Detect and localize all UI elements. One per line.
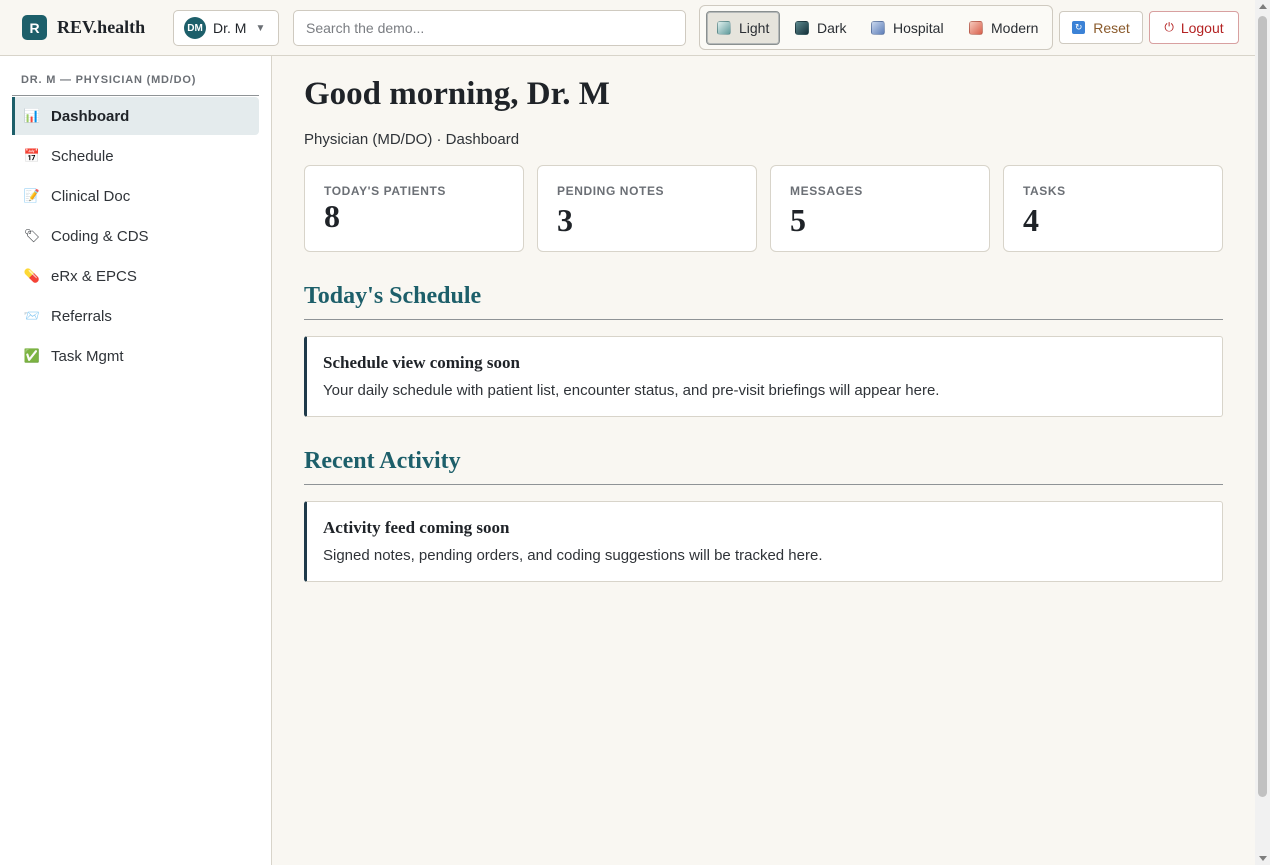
swatch-hospital-icon xyxy=(871,21,885,35)
theme-switcher: Light Dark Hospital Modern xyxy=(699,5,1053,50)
sidebar-item-dashboard[interactable]: 📊 Dashboard xyxy=(12,97,259,135)
bar-chart-icon: 📊 xyxy=(23,108,41,123)
schedule-heading: Today's Schedule xyxy=(304,283,482,309)
stat-value: 8 xyxy=(324,198,340,234)
calendar-icon: 📅 xyxy=(23,148,41,163)
card-title: Schedule view coming soon xyxy=(323,353,520,372)
page-subtitle: Physician (MD/DO) · Dashboard xyxy=(304,131,520,148)
theme-light-button[interactable]: Light xyxy=(706,11,781,45)
sidebar-item-label: Clinical Doc xyxy=(51,187,131,205)
chevron-down-icon: ▼ xyxy=(255,22,266,34)
logout-label: Logout xyxy=(1180,19,1224,36)
scrollbar-thumb[interactable] xyxy=(1258,16,1267,797)
activity-placeholder-card: Activity feed coming soon Signed notes, … xyxy=(304,501,1223,582)
sidebar-item-referrals[interactable]: 📨 Referrals xyxy=(12,297,259,335)
card-title: Activity feed coming soon xyxy=(323,518,510,537)
memo-icon: 📝 xyxy=(23,188,41,203)
card-text: Signed notes, pending orders, and coding… xyxy=(323,547,823,564)
stat-label: PENDING NOTES xyxy=(557,184,665,198)
stat-value: 5 xyxy=(790,202,806,238)
stat-card-pending-notes[interactable]: PENDING NOTES 3 xyxy=(537,165,757,252)
stat-label: MESSAGES xyxy=(790,184,863,198)
sidebar-item-task-mgmt[interactable]: ✅ Task Mgmt xyxy=(12,337,259,375)
sidebar-item-schedule[interactable]: 📅 Schedule xyxy=(12,137,259,175)
reset-button[interactable]: ↻ Reset xyxy=(1059,11,1143,44)
section-divider xyxy=(304,319,1223,320)
swatch-dark-icon xyxy=(795,21,809,35)
sidebar-item-label: Coding & CDS xyxy=(51,227,149,245)
vertical-scrollbar[interactable] xyxy=(1255,0,1270,865)
swatch-modern-icon xyxy=(969,21,983,35)
schedule-placeholder-card: Schedule view coming soon Your daily sch… xyxy=(304,336,1223,417)
theme-hospital-button[interactable]: Hospital xyxy=(861,11,954,45)
theme-label: Dark xyxy=(817,20,847,36)
sidebar-role-heading: DR. M — PHYSICIAN (MD/DO) xyxy=(21,74,197,86)
brand[interactable]: R REV.health xyxy=(22,15,145,40)
sidebar-item-label: eRx & EPCS xyxy=(51,267,137,285)
swatch-light-icon xyxy=(717,21,731,35)
theme-label: Light xyxy=(739,20,770,36)
activity-heading: Recent Activity xyxy=(304,448,461,474)
logout-button[interactable]: ⏻ Logout xyxy=(1149,11,1239,44)
stat-value: 3 xyxy=(557,202,573,238)
sidebar-item-clinical-doc[interactable]: 📝 Clinical Doc xyxy=(12,177,259,215)
sidebar-item-label: Referrals xyxy=(51,307,112,325)
pill-icon: 💊 xyxy=(23,268,41,283)
brand-name: REV.health xyxy=(57,17,146,37)
user-switcher[interactable]: DM Dr. M ▼ xyxy=(173,10,279,46)
stat-label: TODAY'S PATIENTS xyxy=(324,184,447,198)
scroll-down-arrow-icon[interactable] xyxy=(1259,856,1267,861)
search-input[interactable] xyxy=(293,10,686,46)
stat-card-messages[interactable]: MESSAGES 5 xyxy=(770,165,990,252)
section-divider xyxy=(304,484,1223,485)
theme-modern-button[interactable]: Modern xyxy=(959,11,1048,45)
user-name: Dr. M xyxy=(213,20,247,36)
sidebar-item-coding-cds[interactable]: 🏷 Coding & CDS xyxy=(12,217,259,255)
stat-card-tasks[interactable]: TASKS 4 xyxy=(1003,165,1223,252)
refresh-icon: ↻ xyxy=(1072,21,1086,34)
envelope-icon: 📨 xyxy=(23,308,41,323)
stat-label: TASKS xyxy=(1023,184,1066,198)
theme-label: Modern xyxy=(991,20,1039,36)
tag-icon: 🏷 xyxy=(23,228,41,243)
sidebar-divider xyxy=(12,95,259,96)
sidebar-item-label: Schedule xyxy=(51,147,114,165)
sidebar-item-label: Task Mgmt xyxy=(51,347,124,365)
sidebar-item-erx-epcs[interactable]: 💊 eRx & EPCS xyxy=(12,257,259,295)
power-icon: ⏻ xyxy=(1164,20,1174,34)
page-title: Good morning, Dr. M xyxy=(304,76,610,112)
check-box-icon: ✅ xyxy=(23,348,41,363)
top-bar: R REV.health DM Dr. M ▼ Light Dark Hospi… xyxy=(0,0,1255,56)
reset-label: Reset xyxy=(1093,19,1130,36)
sidebar-item-label: Dashboard xyxy=(51,107,130,125)
sidebar: DR. M — PHYSICIAN (MD/DO) 📊 Dashboard 📅 … xyxy=(0,56,272,865)
stat-value: 4 xyxy=(1023,202,1039,238)
theme-label: Hospital xyxy=(893,20,944,36)
brand-logo-icon: R xyxy=(22,15,47,40)
theme-dark-button[interactable]: Dark xyxy=(785,11,857,45)
stat-card-patients[interactable]: TODAY'S PATIENTS 8 xyxy=(304,165,524,252)
card-text: Your daily schedule with patient list, e… xyxy=(323,382,940,399)
avatar: DM xyxy=(184,17,206,39)
scroll-up-arrow-icon[interactable] xyxy=(1259,4,1267,9)
